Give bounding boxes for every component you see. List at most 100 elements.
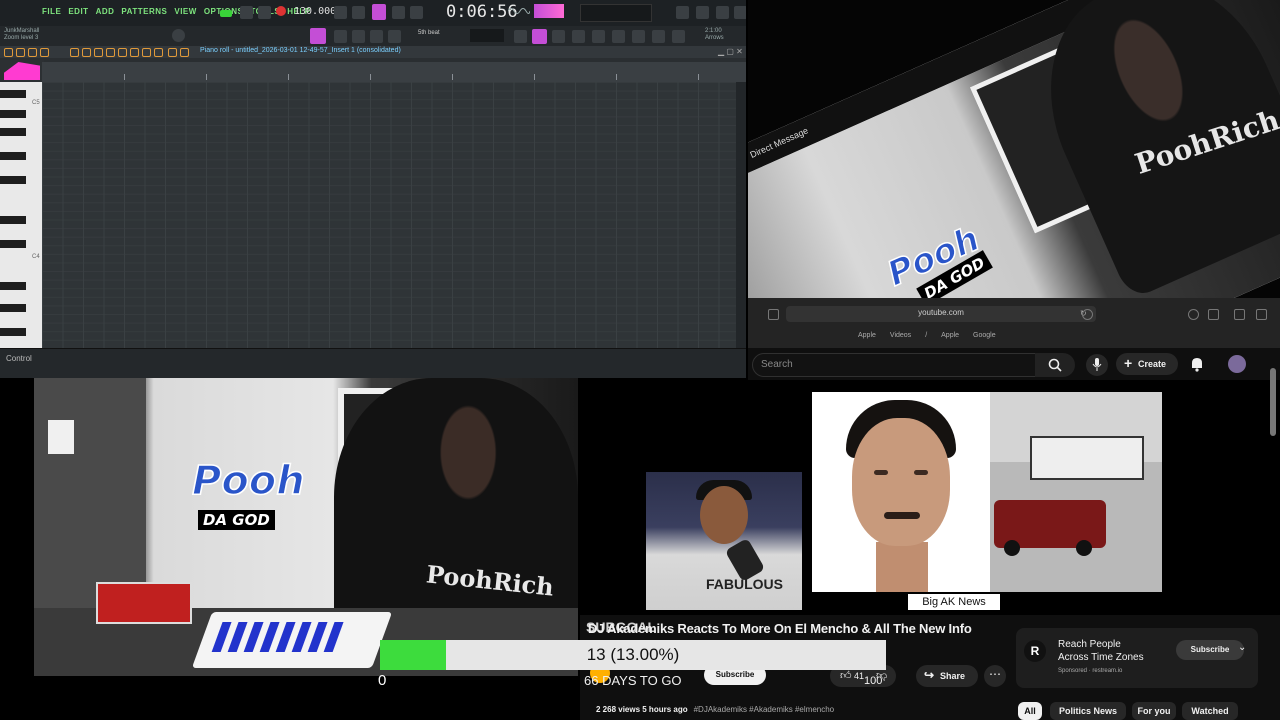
more-actions-button[interactable]: ⋯: [984, 665, 1006, 687]
browser-icon[interactable]: [552, 30, 565, 43]
loop-record-icon[interactable]: [392, 6, 405, 19]
menu-patterns[interactable]: PATTERNS: [121, 7, 167, 16]
snap-selector[interactable]: [470, 29, 504, 42]
sidebar-icon[interactable]: [768, 309, 779, 320]
search-button[interactable]: [1035, 353, 1075, 377]
bpm-display[interactable]: 130.000: [294, 6, 336, 17]
record-icon[interactable]: [40, 48, 49, 57]
black-key[interactable]: [0, 240, 26, 248]
black-key[interactable]: [0, 110, 26, 118]
menu-view[interactable]: VIEW: [174, 7, 196, 16]
paint-icon[interactable]: [82, 48, 91, 57]
black-key[interactable]: [0, 304, 26, 312]
mixer-icon[interactable]: [388, 30, 401, 43]
pencil-icon[interactable]: [370, 30, 383, 43]
black-key[interactable]: [0, 128, 26, 136]
download-icon[interactable]: [1188, 309, 1199, 320]
pattern-icon[interactable]: [372, 4, 386, 20]
piano-keyboard[interactable]: C5 C4: [0, 82, 42, 348]
chevron-down-icon[interactable]: ⌄: [1238, 642, 1246, 653]
zoom-icon[interactable]: [142, 48, 151, 57]
mute-icon[interactable]: [106, 48, 115, 57]
plugin-icon[interactable]: [572, 30, 585, 43]
piano-roll-icon[interactable]: [310, 28, 326, 44]
black-key[interactable]: [0, 176, 26, 184]
black-key[interactable]: [0, 90, 26, 98]
options-icon[interactable]: [4, 48, 13, 57]
video-player[interactable]: FABULOUS Big AK News: [580, 380, 1200, 615]
delete-icon[interactable]: [94, 48, 103, 57]
black-key[interactable]: [0, 282, 26, 290]
piano-icon[interactable]: [532, 29, 547, 44]
share-icon[interactable]: [1208, 309, 1219, 320]
stop-button[interactable]: [258, 6, 271, 19]
pencil-icon[interactable]: [70, 48, 79, 57]
sponsored-ad[interactable]: R Reach People Across Time Zones Sponsor…: [1016, 628, 1258, 688]
select-icon[interactable]: [130, 48, 139, 57]
create-button[interactable]: + Create: [1116, 353, 1178, 375]
black-key[interactable]: [0, 216, 26, 224]
pattern-selector[interactable]: 5th beat: [418, 30, 440, 36]
window-controls[interactable]: ▁ ▢ ✕: [718, 47, 743, 56]
blend-icon[interactable]: [410, 6, 423, 19]
black-key[interactable]: [0, 152, 26, 160]
menu-add[interactable]: ADD: [96, 7, 115, 16]
tabs-icon[interactable]: [1256, 309, 1267, 320]
vertical-scrollbar[interactable]: [736, 82, 746, 348]
voice-search-button[interactable]: [1086, 354, 1108, 376]
stamp-icon[interactable]: [632, 30, 645, 43]
record-button[interactable]: [276, 6, 286, 16]
search-input[interactable]: Search: [752, 353, 1036, 377]
patch-icon[interactable]: [672, 30, 685, 43]
avatar[interactable]: [1228, 355, 1246, 373]
slice-icon[interactable]: [118, 48, 127, 57]
bookmark-apple[interactable]: Apple: [858, 332, 876, 339]
settings-icon[interactable]: [734, 6, 746, 19]
cpu-icon[interactable]: [696, 6, 709, 19]
ad-title[interactable]: Reach People Across Time Zones: [1058, 638, 1148, 664]
bookmark-apple-2[interactable]: Apple: [941, 332, 959, 339]
share-button[interactable]: ↪ Share: [916, 665, 978, 687]
play-button[interactable]: [240, 6, 253, 19]
menu-file[interactable]: FILE: [42, 7, 61, 16]
ad-subscribe-button[interactable]: Subscribe: [1176, 640, 1244, 660]
brush-icon[interactable]: [352, 30, 365, 43]
wait-icon[interactable]: [352, 6, 365, 19]
extension-icon[interactable]: [1082, 309, 1093, 320]
bell-icon[interactable]: [1190, 356, 1204, 372]
playlist-icon[interactable]: [334, 30, 347, 43]
pat-song-toggle[interactable]: [220, 10, 232, 17]
event-editor[interactable]: Control: [0, 348, 746, 378]
view-stats[interactable]: 2 268 views 5 hours ago #DJAkademiks #Aka…: [596, 705, 834, 714]
bookmark-google[interactable]: Google: [973, 332, 996, 339]
stamp-icon[interactable]: [28, 48, 37, 57]
velocity-note-marker[interactable]: [0, 60, 44, 82]
tempo-icon[interactable]: [592, 30, 605, 43]
hashtags[interactable]: #DJAkademiks #Akademiks #elmencho: [694, 705, 835, 714]
chip-watched[interactable]: Watched: [1182, 702, 1238, 720]
tempo-dial[interactable]: [172, 29, 185, 42]
page-scrollbar[interactable]: [1270, 368, 1276, 436]
speaker-icon[interactable]: [180, 48, 189, 57]
url-text[interactable]: youtube.com: [786, 308, 1096, 317]
playback-icon[interactable]: [154, 48, 163, 57]
bookmark-videos[interactable]: Videos: [890, 332, 911, 339]
metronome-icon[interactable]: [334, 6, 347, 19]
thumbs-up-icon[interactable]: 👍︎: [840, 669, 852, 682]
magnet-icon[interactable]: [16, 48, 25, 57]
timeline-ruler[interactable]: [42, 62, 746, 82]
refresh-icon[interactable]: [676, 6, 689, 19]
black-key[interactable]: [0, 328, 26, 336]
bulb-icon[interactable]: [612, 30, 625, 43]
control-label[interactable]: Control: [6, 354, 32, 363]
mic-icon[interactable]: [716, 6, 729, 19]
new-tab-icon[interactable]: [1234, 309, 1245, 320]
menu-edit[interactable]: EDIT: [68, 7, 88, 16]
chip-all[interactable]: All: [1018, 702, 1042, 720]
wand-icon[interactable]: [652, 30, 665, 43]
chip-for-you[interactable]: For you: [1132, 702, 1176, 720]
piano-roll-grid[interactable]: [42, 82, 736, 348]
channel-rack-icon[interactable]: [514, 30, 527, 43]
chip-politics-news[interactable]: Politics News: [1050, 702, 1126, 720]
address-bar[interactable]: youtube.com ↻: [786, 306, 1096, 322]
